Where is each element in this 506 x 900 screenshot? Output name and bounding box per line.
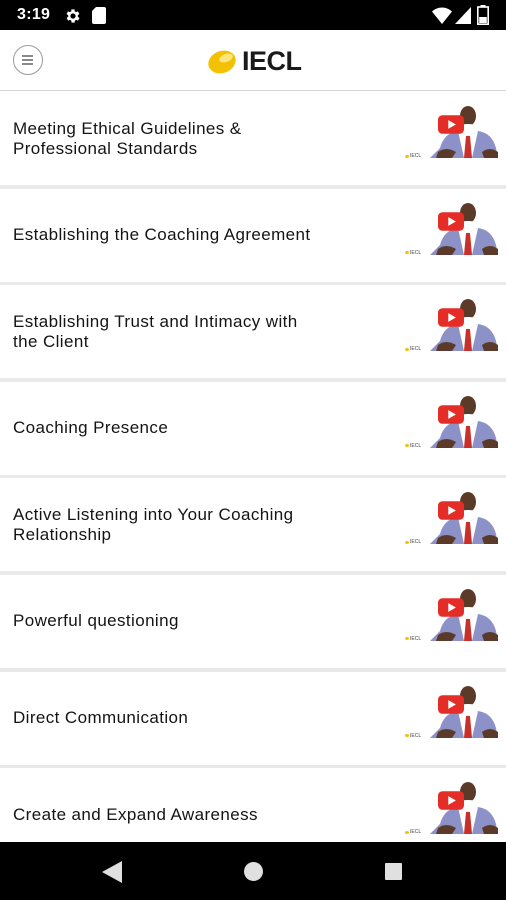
thumbnail-watermark: IECL: [405, 733, 421, 739]
gear-icon: [66, 9, 80, 23]
video-title: Direct Communication: [13, 708, 189, 728]
watermark-logo-icon: [405, 444, 409, 448]
play-icon[interactable]: [438, 405, 464, 424]
video-title: Meeting Ethical Guidelines & Professiona…: [13, 118, 242, 158]
wifi-icon: [432, 7, 452, 24]
menu-icon-bar: [22, 63, 33, 65]
menu-button[interactable]: [13, 45, 43, 75]
video-thumbnail[interactable]: IECL: [400, 782, 500, 842]
video-list-item[interactable]: Active Listening into Your Coaching Rela…: [0, 478, 506, 572]
video-thumbnail[interactable]: IECL: [400, 685, 500, 752]
video-thumbnail[interactable]: IECL: [400, 588, 500, 655]
thumbnail-watermark: IECL: [405, 346, 421, 352]
watermark-text: IECL: [410, 153, 422, 159]
video-thumbnail[interactable]: IECL: [400, 492, 500, 558]
logo-text: IECL: [242, 45, 302, 76]
watermark-text: IECL: [410, 442, 422, 449]
status-time: 3:19: [17, 6, 51, 23]
logo-mark-icon: [208, 50, 236, 74]
app-logo: IECL: [207, 45, 302, 77]
thumbnail-watermark: IECL: [405, 539, 421, 545]
battery-icon: [477, 5, 489, 25]
video-list-item[interactable]: Establishing the Coaching Agreement IECL: [0, 188, 506, 282]
video-title: Establishing Trust and Intimacy with the…: [13, 311, 298, 351]
watermark-text: IECL: [410, 635, 422, 642]
watermark-logo-icon: [405, 154, 409, 158]
video-title: Coaching Presence: [13, 418, 169, 438]
watermark-logo-icon: [405, 830, 409, 834]
video-thumbnail[interactable]: IECL: [400, 202, 500, 269]
watermark-logo-icon: [405, 734, 409, 738]
thumbnail-watermark: IECL: [405, 636, 421, 642]
thumbnail-watermark: IECL: [405, 443, 421, 449]
video-thumbnail[interactable]: IECL: [400, 106, 500, 172]
play-icon[interactable]: [438, 308, 464, 327]
video-list-item[interactable]: Establishing Trust and Intimacy with the…: [0, 285, 506, 379]
watermark-logo-icon: [405, 637, 409, 641]
video-thumbnail[interactable]: IECL: [400, 299, 500, 365]
video-title: Powerful questioning: [13, 611, 179, 631]
play-icon[interactable]: [438, 211, 464, 231]
thumbnail-watermark: IECL: [405, 829, 421, 835]
home-icon[interactable]: [244, 862, 263, 881]
play-icon[interactable]: [438, 115, 464, 134]
video-list: Meeting Ethical Guidelines & Professiona…: [0, 92, 506, 842]
video-title: Active Listening into Your Coaching Rela…: [13, 504, 294, 544]
back-icon[interactable]: [102, 861, 122, 883]
video-list-item[interactable]: Direct Communication IECL: [0, 671, 506, 765]
app-header: IECL: [0, 30, 506, 91]
menu-icon-bar: [22, 59, 33, 61]
watermark-text: IECL: [410, 829, 422, 836]
watermark-text: IECL: [410, 732, 422, 739]
watermark-text: IECL: [410, 346, 422, 353]
status-bar: 3:19: [0, 0, 506, 30]
sd-card-icon: [92, 7, 106, 24]
video-title: Create and Expand Awareness: [13, 804, 258, 824]
play-icon[interactable]: [438, 501, 464, 521]
play-icon[interactable]: [438, 598, 464, 617]
recents-icon[interactable]: [385, 863, 402, 880]
video-list-item[interactable]: Create and Expand Awareness IECL: [0, 768, 506, 842]
video-list-item[interactable]: Powerful questioning IECL: [0, 574, 506, 668]
video-list-item[interactable]: Coaching Presence IECL: [0, 381, 506, 475]
menu-icon: [22, 55, 33, 57]
watermark-logo-icon: [405, 540, 409, 544]
video-title: Establishing the Coaching Agreement: [13, 225, 311, 245]
thumbnail-watermark: IECL: [405, 250, 421, 256]
play-icon[interactable]: [438, 791, 464, 810]
play-icon[interactable]: [438, 694, 464, 714]
watermark-text: IECL: [410, 249, 422, 256]
watermark-text: IECL: [410, 539, 422, 546]
video-list-item[interactable]: Meeting Ethical Guidelines & Professiona…: [0, 92, 506, 185]
watermark-logo-icon: [405, 347, 409, 351]
thumbnail-watermark: IECL: [405, 153, 421, 159]
navigation-bar: [0, 842, 506, 900]
video-thumbnail[interactable]: IECL: [400, 395, 500, 462]
watermark-logo-icon: [405, 251, 409, 255]
signal-icon: [455, 7, 471, 24]
